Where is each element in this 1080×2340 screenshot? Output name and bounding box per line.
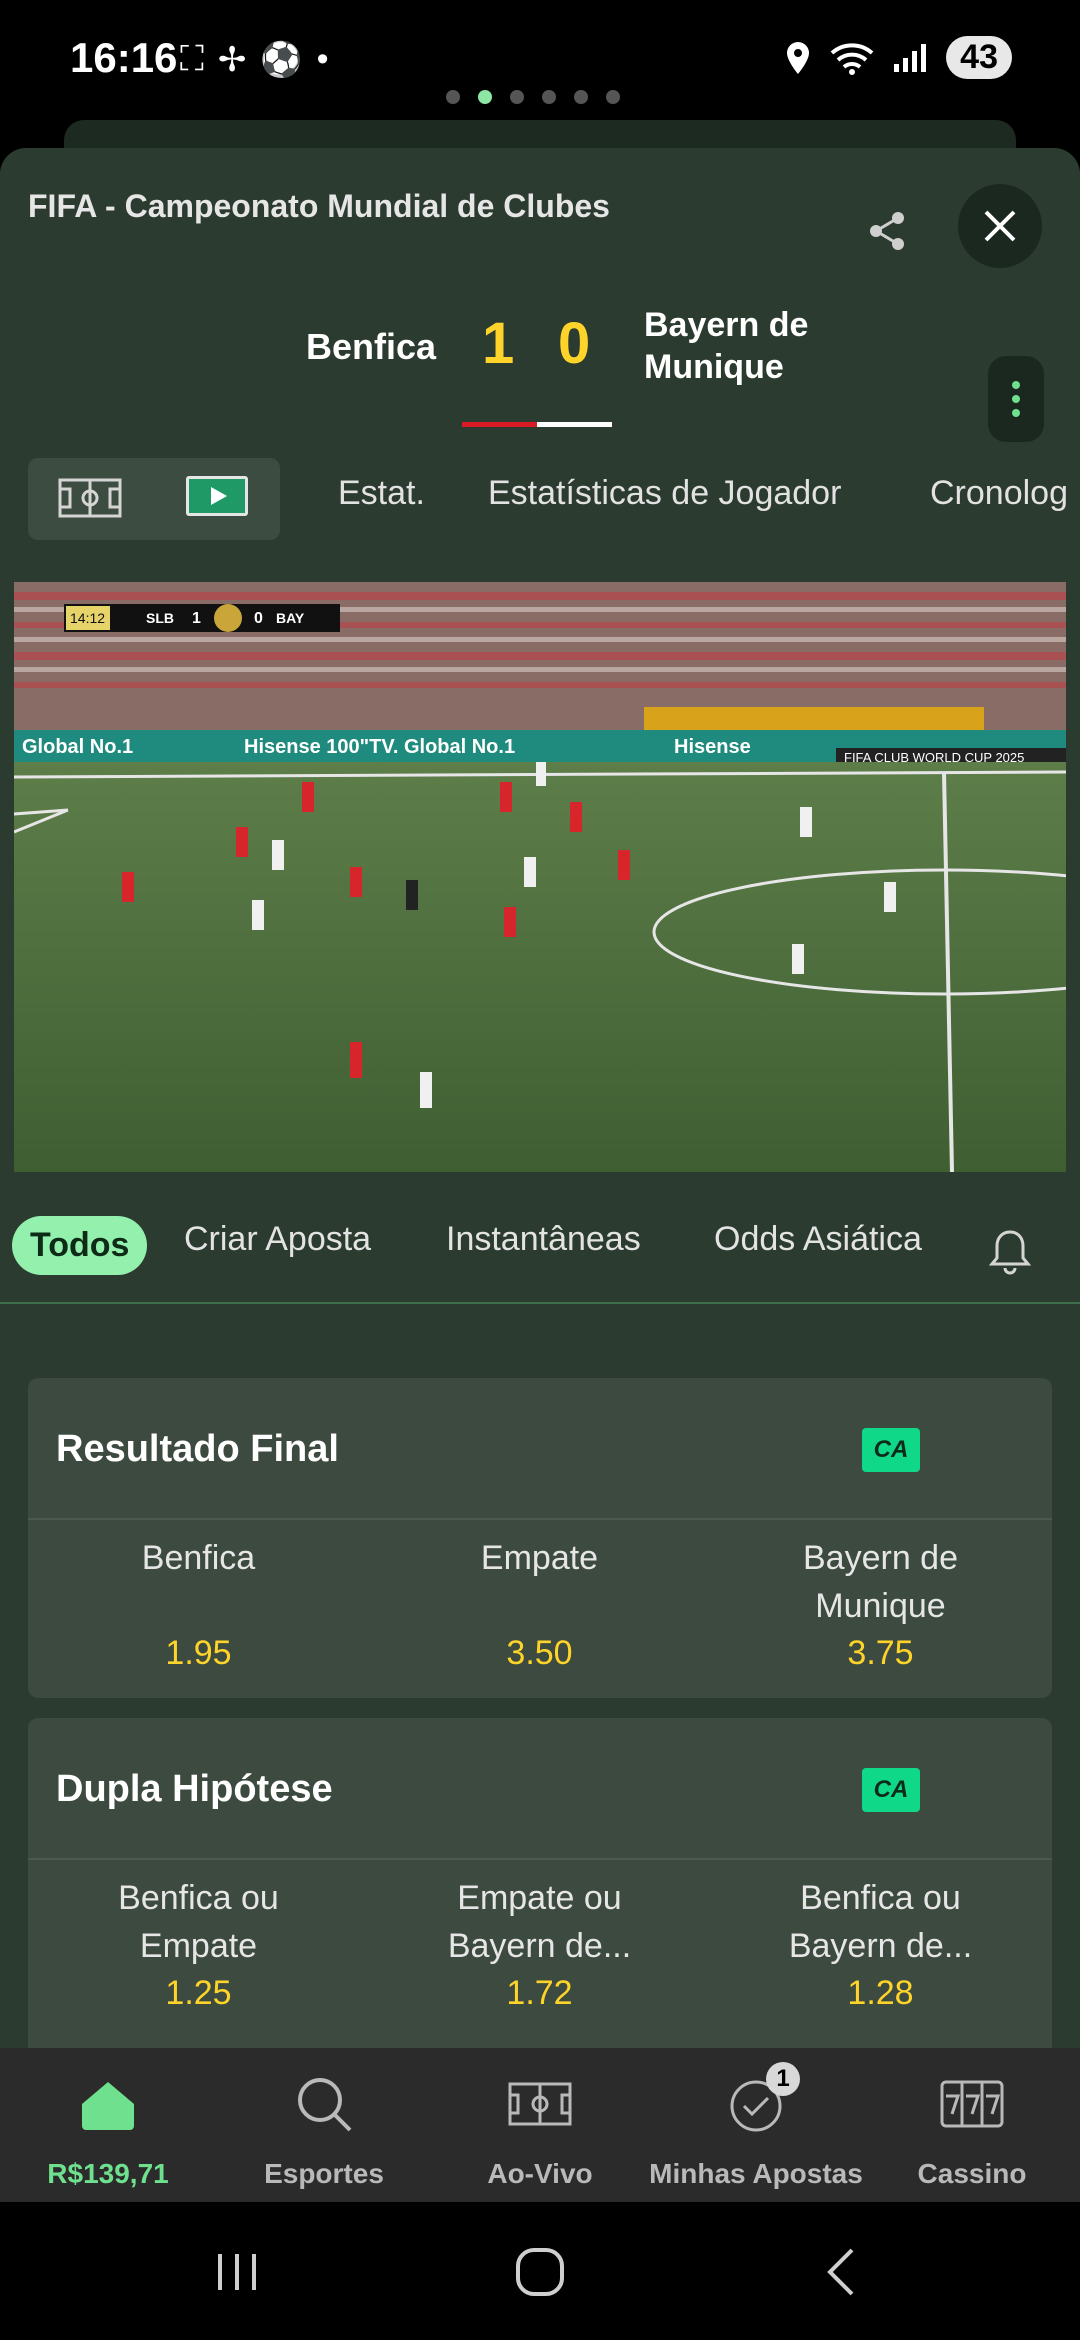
balance-label: R$139,71 [47, 2158, 169, 2189]
clock: 16:16 [70, 34, 178, 81]
svg-text:Global No.1: Global No.1 [22, 736, 133, 758]
svg-text:1: 1 [192, 610, 201, 627]
bottom-nav: R$139,71 Esportes Ao-Vivo 1 Minhas Apost… [0, 2048, 1080, 2202]
share-icon[interactable] [862, 206, 912, 256]
search-icon [298, 2078, 352, 2132]
pitch-view-icon[interactable] [58, 478, 122, 518]
tab-create-bet[interactable]: Criar Aposta [184, 1220, 371, 1259]
odd-value: 3.75 [847, 1634, 914, 1672]
status-bar: 16:16 ⛶ ✢ ⚽ • 43 [0, 0, 1080, 120]
back-icon[interactable] [824, 2246, 858, 2298]
team-color-bar [462, 422, 612, 427]
page-indicator [446, 90, 620, 104]
odd-value: 3.50 [506, 1634, 573, 1672]
pinwheel-icon: ✢ [217, 41, 247, 79]
svg-text:SLB: SLB [146, 610, 174, 626]
svg-text:BAY: BAY [276, 610, 305, 626]
svg-text:0: 0 [254, 610, 263, 627]
bell-icon[interactable] [988, 1228, 1032, 1276]
view-toggle [28, 458, 280, 540]
dot-icon: • [316, 40, 329, 78]
tab-all-markets[interactable]: Todos [12, 1216, 148, 1275]
video-view-icon[interactable] [186, 476, 248, 516]
wifi-icon [830, 42, 874, 75]
location-icon [787, 41, 810, 74]
odd-value: 1.95 [165, 1634, 232, 1672]
home-score: 1 [482, 311, 515, 376]
video-frame: Global No.1 Hisense 100"TV. Global No.1 … [14, 582, 1066, 1172]
odd-button-home[interactable]: Benfica 1.95 [28, 1534, 369, 1672]
away-score: 0 [558, 311, 591, 376]
market-title: Resultado Final [56, 1428, 339, 1470]
match-panel: FIFA - Campeonato Mundial de Clubes Benf… [0, 148, 1080, 2050]
notification-icons: ⛶ ✢ ⚽ • [180, 40, 329, 80]
odds-row: Benfica 1.95 Empate 3.50 Bayern de Muniq… [28, 1520, 1052, 1698]
odd-button-draw-or-away[interactable]: Empate ou Bayern de... 1.72 [369, 1874, 710, 2012]
market-header: Resultado Final CA [28, 1378, 1052, 1520]
more-options-button[interactable] [988, 356, 1044, 442]
svg-text:14:12: 14:12 [70, 610, 105, 626]
market-title: Dupla Hipótese [56, 1768, 333, 1810]
tab-instant[interactable]: Instantâneas [446, 1220, 641, 1259]
recents-icon[interactable] [214, 2250, 260, 2294]
close-button[interactable] [958, 184, 1042, 268]
odd-button-home-or-draw[interactable]: Benfica ou Empate 1.25 [28, 1874, 369, 2012]
market-card-double-chance: Dupla Hipótese CA Benfica ou Empate 1.25… [28, 1718, 1052, 2050]
away-team-name: Bayern de Munique [644, 306, 809, 386]
system-nav-bar [0, 2202, 1080, 2340]
signal-icon [894, 43, 927, 72]
tab-player-stats[interactable]: Estatísticas de Jogador [488, 474, 841, 513]
odd-value: 1.72 [506, 1974, 573, 2012]
tab-asian-odds[interactable]: Odds Asiática [714, 1220, 922, 1259]
market-header: Dupla Hipótese CA [28, 1718, 1052, 1860]
bets-count-badge: 1 [766, 2062, 800, 2096]
ca-badge: CA [862, 1768, 920, 1812]
system-icons: 43 [784, 36, 1012, 79]
odd-button-home-or-away[interactable]: Benfica ou Bayern de... 1.28 [710, 1874, 1051, 2012]
odd-value: 1.28 [847, 1974, 914, 2012]
market-tabs: Todos Criar Aposta Instantâneas Odds Asi… [0, 1188, 1080, 1304]
slot-machine-icon [940, 2080, 1004, 2128]
soccer-ball-icon: ⚽ [260, 41, 303, 79]
home-nav-icon[interactable] [514, 2246, 566, 2298]
battery-level: 43 [946, 36, 1012, 79]
tab-stats[interactable]: Estat. [338, 474, 425, 513]
screenshot-icon: ⛶ [180, 40, 204, 78]
pitch-icon [508, 2082, 572, 2126]
odds-row: Benfica ou Empate 1.25 Empate ou Bayern … [28, 1860, 1052, 2040]
svg-text:Hisense 100"TV. Global No.1: Hisense 100"TV. Global No.1 [244, 736, 515, 758]
live-video[interactable]: Global No.1 Hisense 100"TV. Global No.1 … [14, 582, 1066, 1172]
ca-badge: CA [862, 1428, 920, 1472]
odd-button-draw[interactable]: Empate 3.50 [369, 1534, 710, 1672]
odd-button-away[interactable]: Bayern de Munique 3.75 [710, 1534, 1051, 1672]
home-icon [82, 2082, 134, 2130]
tab-timeline[interactable]: Cronolog [930, 474, 1068, 513]
competition-title: FIFA - Campeonato Mundial de Clubes [28, 188, 610, 224]
home-team-name: Benfica [305, 326, 436, 367]
close-icon [984, 210, 1016, 242]
svg-text:Hisense: Hisense [674, 736, 751, 758]
market-card-final-result: Resultado Final CA Benfica 1.95 Empate 3… [28, 1378, 1052, 1698]
odd-value: 1.25 [165, 1974, 232, 2012]
